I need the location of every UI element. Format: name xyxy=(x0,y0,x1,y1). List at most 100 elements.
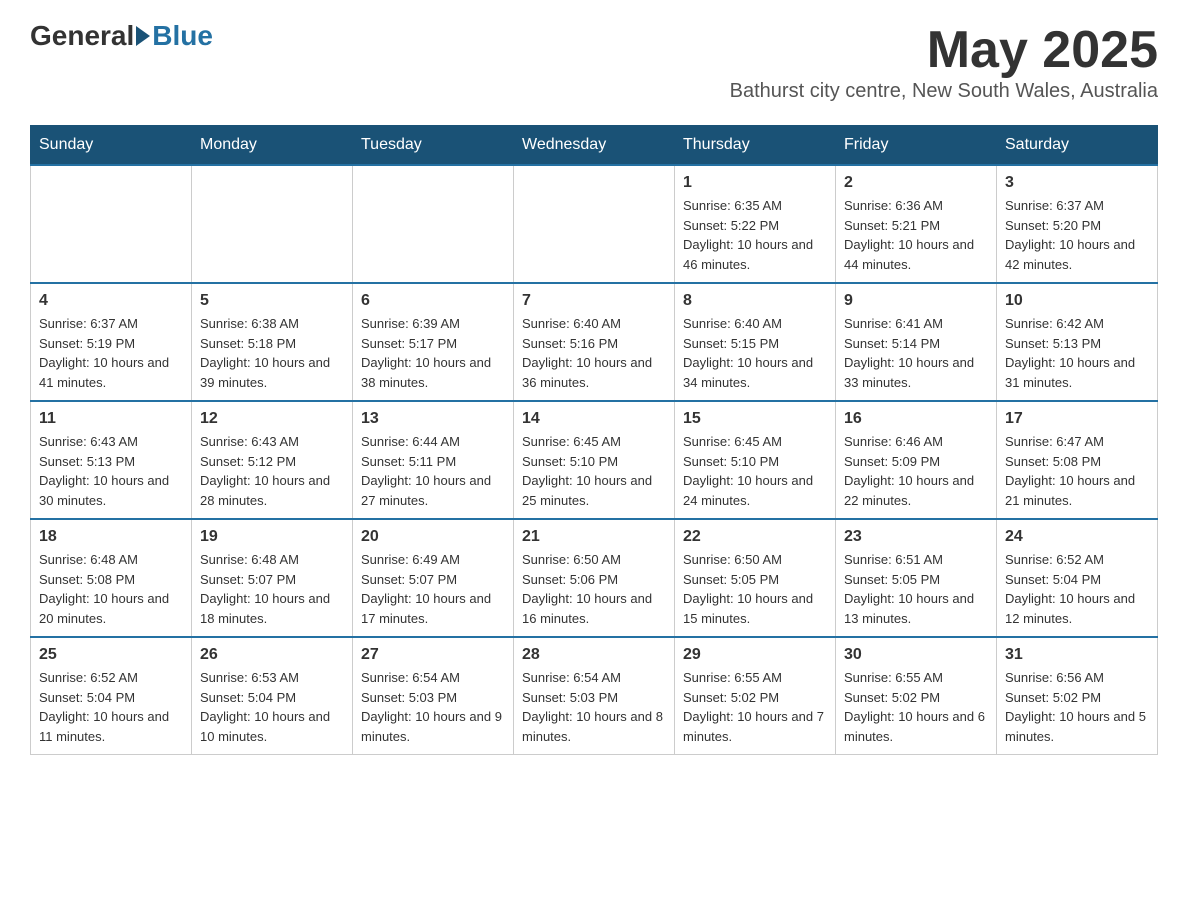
month-title: May 2025 xyxy=(730,20,1158,80)
calendar-weekday-monday: Monday xyxy=(192,126,353,166)
day-number: 14 xyxy=(522,410,666,428)
day-number: 23 xyxy=(844,528,988,546)
calendar-cell xyxy=(31,165,192,283)
calendar-cell: 26 Sunrise: 6:53 AMSunset: 5:04 PMDayligh… xyxy=(192,637,353,755)
calendar-cell xyxy=(192,165,353,283)
day-number: 15 xyxy=(683,410,827,428)
calendar-cell: 30 Sunrise: 6:55 AMSunset: 5:02 PMDayligh… xyxy=(836,637,997,755)
day-number: 29 xyxy=(683,646,827,664)
day-number: 6 xyxy=(361,292,505,310)
day-info: Sunrise: 6:51 AMSunset: 5:05 PMDaylight:… xyxy=(844,550,988,628)
calendar-cell: 23 Sunrise: 6:51 AMSunset: 5:05 PMDayligh… xyxy=(836,519,997,637)
logo: General Blue xyxy=(30,20,213,52)
location-subtitle: Bathurst city centre, New South Wales, A… xyxy=(730,80,1158,103)
calendar-cell: 29Sunrise: 6:55 AMSunset: 5:02 PMDayligh… xyxy=(675,637,836,755)
calendar-weekday-sunday: Sunday xyxy=(31,126,192,166)
calendar-cell: 20Sunrise: 6:49 AMSunset: 5:07 PMDayligh… xyxy=(353,519,514,637)
day-info: Sunrise: 6:43 AMSunset: 5:13 PMDaylight:… xyxy=(39,432,183,510)
calendar-cell: 8 Sunrise: 6:40 AMSunset: 5:15 PMDaylight… xyxy=(675,283,836,401)
day-info: Sunrise: 6:49 AMSunset: 5:07 PMDaylight:… xyxy=(361,550,505,628)
calendar-week-row: 18Sunrise: 6:48 AMSunset: 5:08 PMDayligh… xyxy=(31,519,1158,637)
calendar-cell: 31Sunrise: 6:56 AMSunset: 5:02 PMDayligh… xyxy=(997,637,1158,755)
day-number: 27 xyxy=(361,646,505,664)
day-info: Sunrise: 6:37 AMSunset: 5:20 PMDaylight:… xyxy=(1005,196,1149,274)
calendar-cell: 5 Sunrise: 6:38 AMSunset: 5:18 PMDaylight… xyxy=(192,283,353,401)
day-number: 13 xyxy=(361,410,505,428)
calendar-cell: 11 Sunrise: 6:43 AMSunset: 5:13 PMDayligh… xyxy=(31,401,192,519)
day-number: 26 xyxy=(200,646,344,664)
day-info: Sunrise: 6:45 AMSunset: 5:10 PMDaylight:… xyxy=(522,432,666,510)
calendar-cell: 14 Sunrise: 6:45 AMSunset: 5:10 PMDayligh… xyxy=(514,401,675,519)
day-number: 17 xyxy=(1005,410,1149,428)
calendar-cell: 6Sunrise: 6:39 AMSunset: 5:17 PMDaylight… xyxy=(353,283,514,401)
day-info: Sunrise: 6:47 AMSunset: 5:08 PMDaylight:… xyxy=(1005,432,1149,510)
day-number: 25 xyxy=(39,646,183,664)
day-info: Sunrise: 6:48 AMSunset: 5:08 PMDaylight:… xyxy=(39,550,183,628)
day-number: 4 xyxy=(39,292,183,310)
day-number: 10 xyxy=(1005,292,1149,310)
day-info: Sunrise: 6:52 AMSunset: 5:04 PMDaylight:… xyxy=(39,668,183,746)
day-info: Sunrise: 6:46 AMSunset: 5:09 PMDaylight:… xyxy=(844,432,988,510)
day-info: Sunrise: 6:37 AMSunset: 5:19 PMDaylight:… xyxy=(39,314,183,392)
calendar-cell: 7 Sunrise: 6:40 AMSunset: 5:16 PMDaylight… xyxy=(514,283,675,401)
day-info: Sunrise: 6:54 AMSunset: 5:03 PMDaylight:… xyxy=(361,668,505,746)
calendar-weekday-tuesday: Tuesday xyxy=(353,126,514,166)
calendar-cell: 10 Sunrise: 6:42 AMSunset: 5:13 PMDayligh… xyxy=(997,283,1158,401)
calendar-cell: 19 Sunrise: 6:48 AMSunset: 5:07 PMDayligh… xyxy=(192,519,353,637)
day-info: Sunrise: 6:36 AMSunset: 5:21 PMDaylight:… xyxy=(844,196,988,274)
calendar-cell xyxy=(514,165,675,283)
calendar-cell: 25 Sunrise: 6:52 AMSunset: 5:04 PMDayligh… xyxy=(31,637,192,755)
day-info: Sunrise: 6:54 AMSunset: 5:03 PMDaylight:… xyxy=(522,668,666,746)
calendar-cell: 1 Sunrise: 6:35 AMSunset: 5:22 PMDaylight… xyxy=(675,165,836,283)
day-number: 11 xyxy=(39,410,183,428)
calendar-header-row: SundayMondayTuesdayWednesdayThursdayFrid… xyxy=(31,126,1158,166)
calendar-cell: 3 Sunrise: 6:37 AMSunset: 5:20 PMDaylight… xyxy=(997,165,1158,283)
day-number: 24 xyxy=(1005,528,1149,546)
logo-blue-text: Blue xyxy=(152,20,213,52)
calendar-cell: 18Sunrise: 6:48 AMSunset: 5:08 PMDayligh… xyxy=(31,519,192,637)
calendar-weekday-thursday: Thursday xyxy=(675,126,836,166)
calendar-weekday-wednesday: Wednesday xyxy=(514,126,675,166)
day-number: 1 xyxy=(683,174,827,192)
day-number: 7 xyxy=(522,292,666,310)
calendar-cell: 28 Sunrise: 6:54 AMSunset: 5:03 PMDayligh… xyxy=(514,637,675,755)
calendar-week-row: 4 Sunrise: 6:37 AMSunset: 5:19 PMDaylight… xyxy=(31,283,1158,401)
day-info: Sunrise: 6:43 AMSunset: 5:12 PMDaylight:… xyxy=(200,432,344,510)
day-number: 30 xyxy=(844,646,988,664)
day-number: 3 xyxy=(1005,174,1149,192)
day-number: 28 xyxy=(522,646,666,664)
day-info: Sunrise: 6:40 AMSunset: 5:16 PMDaylight:… xyxy=(522,314,666,392)
day-info: Sunrise: 6:55 AMSunset: 5:02 PMDaylight:… xyxy=(844,668,988,746)
day-info: Sunrise: 6:53 AMSunset: 5:04 PMDaylight:… xyxy=(200,668,344,746)
calendar-cell: 21Sunrise: 6:50 AMSunset: 5:06 PMDayligh… xyxy=(514,519,675,637)
calendar-week-row: 25 Sunrise: 6:52 AMSunset: 5:04 PMDayligh… xyxy=(31,637,1158,755)
day-info: Sunrise: 6:44 AMSunset: 5:11 PMDaylight:… xyxy=(361,432,505,510)
day-info: Sunrise: 6:52 AMSunset: 5:04 PMDaylight:… xyxy=(1005,550,1149,628)
calendar-weekday-friday: Friday xyxy=(836,126,997,166)
calendar-cell: 13 Sunrise: 6:44 AMSunset: 5:11 PMDayligh… xyxy=(353,401,514,519)
day-number: 9 xyxy=(844,292,988,310)
day-info: Sunrise: 6:35 AMSunset: 5:22 PMDaylight:… xyxy=(683,196,827,274)
day-number: 8 xyxy=(683,292,827,310)
day-number: 5 xyxy=(200,292,344,310)
calendar-cell: 15 Sunrise: 6:45 AMSunset: 5:10 PMDayligh… xyxy=(675,401,836,519)
day-info: Sunrise: 6:56 AMSunset: 5:02 PMDaylight:… xyxy=(1005,668,1149,746)
day-number: 12 xyxy=(200,410,344,428)
calendar-cell: 17 Sunrise: 6:47 AMSunset: 5:08 PMDayligh… xyxy=(997,401,1158,519)
calendar-cell: 16 Sunrise: 6:46 AMSunset: 5:09 PMDayligh… xyxy=(836,401,997,519)
day-info: Sunrise: 6:40 AMSunset: 5:15 PMDaylight:… xyxy=(683,314,827,392)
calendar-cell: 22Sunrise: 6:50 AMSunset: 5:05 PMDayligh… xyxy=(675,519,836,637)
day-info: Sunrise: 6:48 AMSunset: 5:07 PMDaylight:… xyxy=(200,550,344,628)
day-number: 21 xyxy=(522,528,666,546)
day-info: Sunrise: 6:42 AMSunset: 5:13 PMDaylight:… xyxy=(1005,314,1149,392)
calendar-cell: 4 Sunrise: 6:37 AMSunset: 5:19 PMDaylight… xyxy=(31,283,192,401)
day-info: Sunrise: 6:45 AMSunset: 5:10 PMDaylight:… xyxy=(683,432,827,510)
calendar-week-row: 11 Sunrise: 6:43 AMSunset: 5:13 PMDayligh… xyxy=(31,401,1158,519)
calendar-cell: 24 Sunrise: 6:52 AMSunset: 5:04 PMDayligh… xyxy=(997,519,1158,637)
day-number: 19 xyxy=(200,528,344,546)
day-info: Sunrise: 6:38 AMSunset: 5:18 PMDaylight:… xyxy=(200,314,344,392)
calendar-cell: 2Sunrise: 6:36 AMSunset: 5:21 PMDaylight… xyxy=(836,165,997,283)
logo-general-text: General xyxy=(30,20,134,52)
calendar-cell: 9Sunrise: 6:41 AMSunset: 5:14 PMDaylight… xyxy=(836,283,997,401)
day-number: 16 xyxy=(844,410,988,428)
